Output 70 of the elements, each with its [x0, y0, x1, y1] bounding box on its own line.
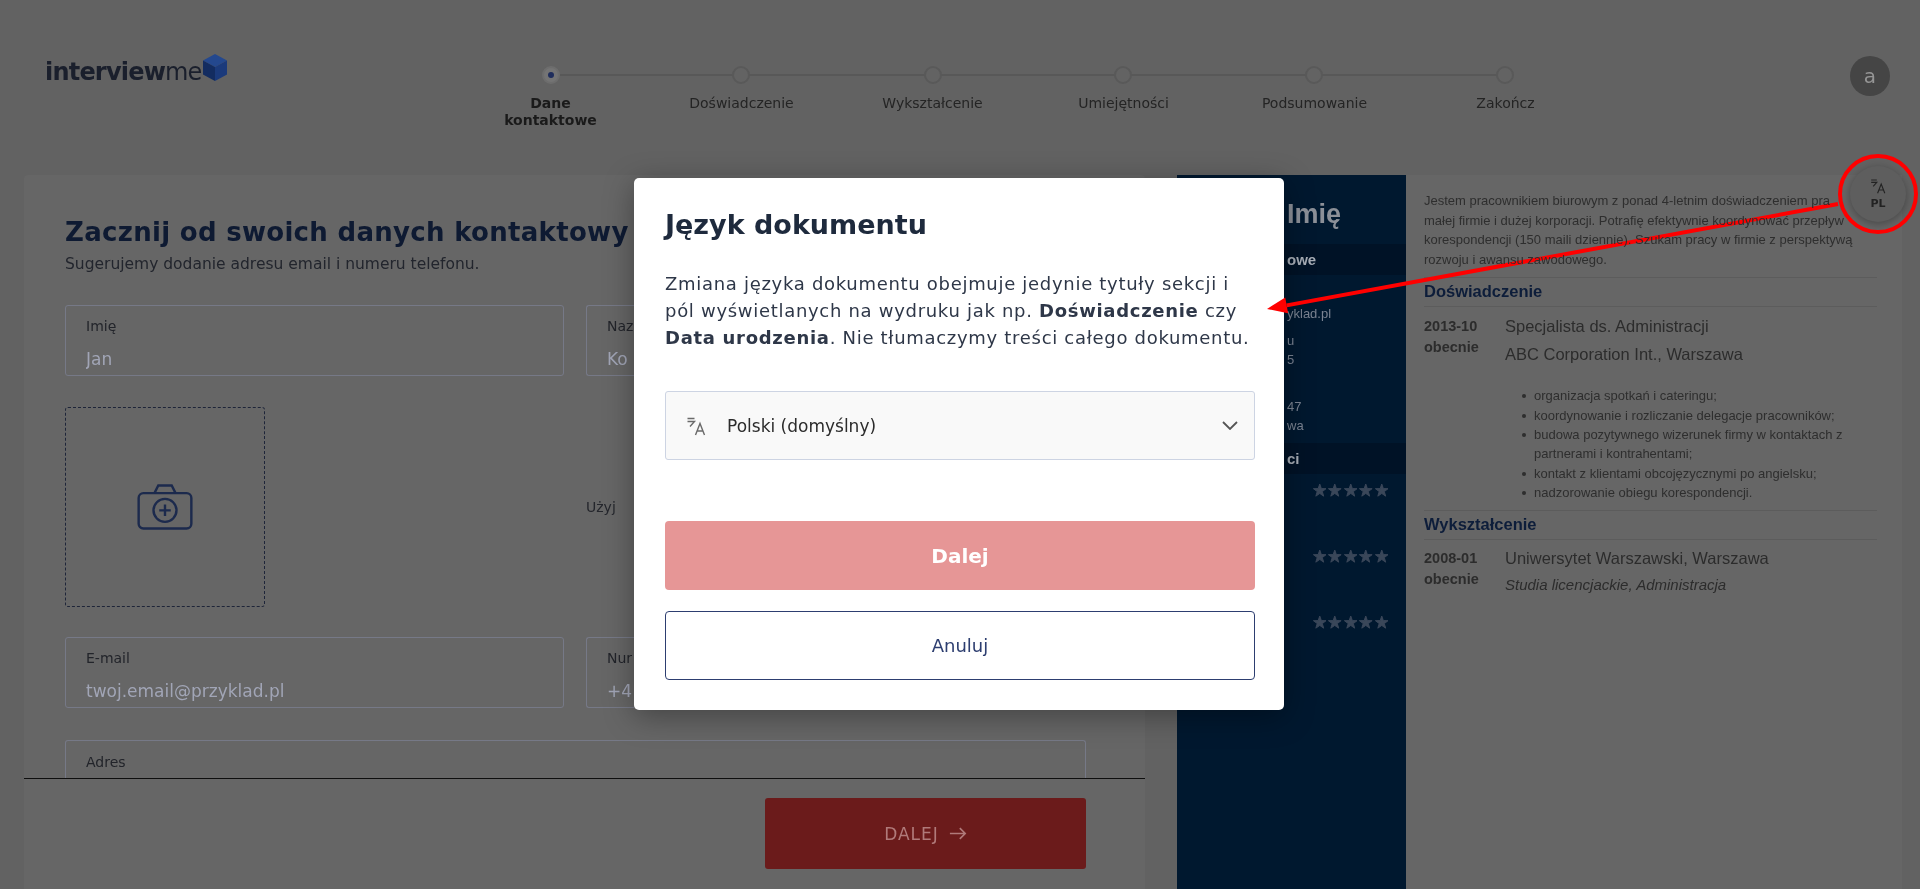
translate-icon	[686, 415, 706, 436]
contact-text: yklad.pl	[1287, 304, 1332, 323]
bullet-icon	[1522, 394, 1526, 399]
cancel-button[interactable]: Anuluj	[665, 611, 1255, 680]
cv-name: Imię	[1287, 198, 1342, 230]
entry-title: Specjalista ds. Administracji	[1505, 316, 1710, 338]
camera-plus-icon	[137, 484, 193, 530]
bullet-icon	[1522, 490, 1526, 495]
bullet-icon	[1522, 432, 1526, 437]
photo-hint-text: Użyj	[586, 498, 616, 516]
contact-text: u	[1287, 331, 1295, 350]
step-item[interactable]: Doświadczenie	[689, 66, 794, 112]
arrow-right-icon	[948, 827, 967, 840]
entry-subtitle: ABC Corporation Int., Warszawa	[1505, 344, 1744, 366]
bullet-icon	[1522, 413, 1526, 418]
cv-section-heading: Wykształcenie	[1424, 511, 1877, 541]
next-button[interactable]: DALEJ	[765, 798, 1086, 869]
chevron-down-icon	[1222, 421, 1238, 430]
form-title: Zacznij od swoich danych kontaktowy	[65, 216, 629, 248]
field-label: Naz	[607, 317, 634, 335]
language-button[interactable]: PL	[1850, 166, 1906, 222]
photo-upload-area[interactable]	[65, 407, 265, 607]
field-label: Adres	[86, 753, 126, 771]
bullet-text: koordynowanie i rozliczanie delegacje pracowników;	[1534, 406, 1835, 425]
contact-text: 47	[1287, 397, 1302, 416]
cube-logo-icon	[202, 54, 227, 81]
field-label: Imię	[86, 317, 117, 335]
bullet-text: kontakt z klientami obcojęzycznymi po angielsku;	[1534, 464, 1817, 483]
star-icon	[1328, 484, 1342, 497]
star-icon	[1374, 550, 1388, 563]
field-label: Nur	[607, 649, 633, 667]
star-icon	[1312, 484, 1326, 497]
contact-text: 5	[1287, 350, 1295, 369]
star-icon	[1328, 616, 1342, 629]
star-icon	[1343, 484, 1357, 497]
field-label: E-mail	[86, 649, 130, 667]
contact-text: wa	[1287, 416, 1304, 435]
step-item[interactable]: Podsumowanie	[1261, 66, 1368, 112]
step-item[interactable]: Dane kontaktowe	[504, 66, 597, 129]
star-icon	[1343, 616, 1357, 629]
translate-icon	[1870, 178, 1886, 194]
cv-section-heading: Doświadczenie	[1424, 278, 1877, 308]
entry-subtitle: Studia licencjackie, Administracja	[1505, 575, 1728, 596]
form-subtitle: Sugerujemy dodanie adresu email i numeru telefonu.	[65, 254, 480, 274]
step-item[interactable]: Wykształcenie	[882, 66, 983, 112]
star-icon	[1312, 616, 1326, 629]
bullet-icon	[1522, 471, 1526, 476]
bullet-text: nadzorowanie obiegu korespondencji.	[1534, 483, 1753, 502]
entry-title: Uniwersytet Warszawski, Warszawa	[1505, 548, 1770, 570]
star-icon	[1359, 550, 1373, 563]
star-icon	[1359, 484, 1373, 497]
step-item[interactable]: Zakończ	[1476, 66, 1535, 112]
entry-date: 2008-01	[1424, 549, 1479, 569]
step-marker-icon	[541, 66, 560, 84]
modal-title: Język dokumentu	[665, 208, 928, 242]
star-icon	[1374, 484, 1388, 497]
entry-date: 2013-10	[1424, 317, 1479, 337]
address-field[interactable]: Adres	[65, 740, 1086, 778]
entry-date: obecnie	[1424, 570, 1480, 590]
star-icon	[1359, 616, 1373, 629]
star-icon	[1374, 616, 1388, 629]
star-icon	[1328, 550, 1342, 563]
star-icon	[1343, 550, 1357, 563]
modal-text: Zmiana języka dokumentu obejmuje jedynie tytuły sekcji i pól wyświetlanych na wydruku jak np. Doświadczenie czy Data urodzenia. Nie tłumaczymy treści całego dokumentu.	[665, 272, 1251, 350]
avatar-button[interactable]: a	[1850, 56, 1890, 96]
logo-wordmark: interviewme	[45, 57, 202, 87]
star-icon	[1312, 550, 1326, 563]
language-select[interactable]: Polski (domyślny)	[665, 391, 1255, 460]
entry-date: obecnie	[1424, 338, 1480, 358]
step-item[interactable]: Umiejętności	[1078, 66, 1169, 112]
